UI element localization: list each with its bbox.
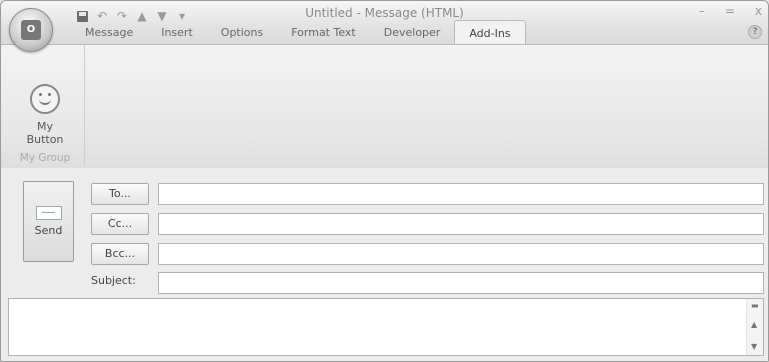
close-button[interactable]: x <box>755 4 762 18</box>
vertical-scrollbar[interactable]: ▬ ▲ ▼ <box>746 299 763 355</box>
ribbon-tabs: Message Insert Options Format Text Devel… <box>71 20 526 45</box>
window-title: Untitled - Message (HTML) <box>305 6 464 20</box>
compose-form: Send To... Cc... Bcc... Subject: ▬ ▲ ▼ <box>1 168 768 361</box>
ribbon: My Button My Group <box>1 44 768 169</box>
cc-field[interactable] <box>158 213 764 235</box>
scroll-top-icon[interactable]: ▬ <box>751 302 759 310</box>
message-body[interactable]: ▬ ▲ ▼ <box>8 298 764 356</box>
to-button[interactable]: To... <box>91 183 149 205</box>
subject-label: Subject: <box>91 274 136 287</box>
tab-insert[interactable]: Insert <box>147 20 207 44</box>
title-bar: O ↶ ↷ ▲ ▼ ▾ Untitled - Message (HTML) – … <box>1 1 768 52</box>
message-window: O ↶ ↷ ▲ ▼ ▾ Untitled - Message (HTML) – … <box>0 0 769 362</box>
scroll-up-icon[interactable]: ▲ <box>751 321 757 329</box>
window-controls: – = x <box>699 4 762 18</box>
smiley-icon <box>30 84 60 114</box>
tab-options[interactable]: Options <box>207 20 277 44</box>
bcc-button[interactable]: Bcc... <box>91 243 149 265</box>
maximize-button[interactable]: = <box>725 4 735 18</box>
minimize-button[interactable]: – <box>699 4 705 18</box>
tab-message[interactable]: Message <box>71 20 147 44</box>
to-field[interactable] <box>158 183 764 205</box>
office-button[interactable]: O <box>9 8 53 52</box>
my-button-label: My Button <box>26 120 64 146</box>
tab-format-text[interactable]: Format Text <box>277 20 370 44</box>
cc-button[interactable]: Cc... <box>91 213 149 235</box>
bcc-field[interactable] <box>158 243 764 265</box>
scroll-down-icon[interactable]: ▼ <box>751 343 757 351</box>
tab-developer[interactable]: Developer <box>370 20 455 44</box>
tab-add-ins[interactable]: Add-Ins <box>454 20 526 45</box>
my-button[interactable]: My Button <box>14 49 76 153</box>
office-logo-icon: O <box>21 20 41 40</box>
send-label: Send <box>34 224 63 237</box>
subject-field[interactable] <box>158 272 764 294</box>
ribbon-group-my-group: My Button My Group <box>6 45 85 166</box>
send-button[interactable]: Send <box>23 181 74 262</box>
send-envelope-icon <box>35 206 62 220</box>
help-icon[interactable]: ? <box>748 25 762 39</box>
group-label: My Group <box>19 152 71 164</box>
